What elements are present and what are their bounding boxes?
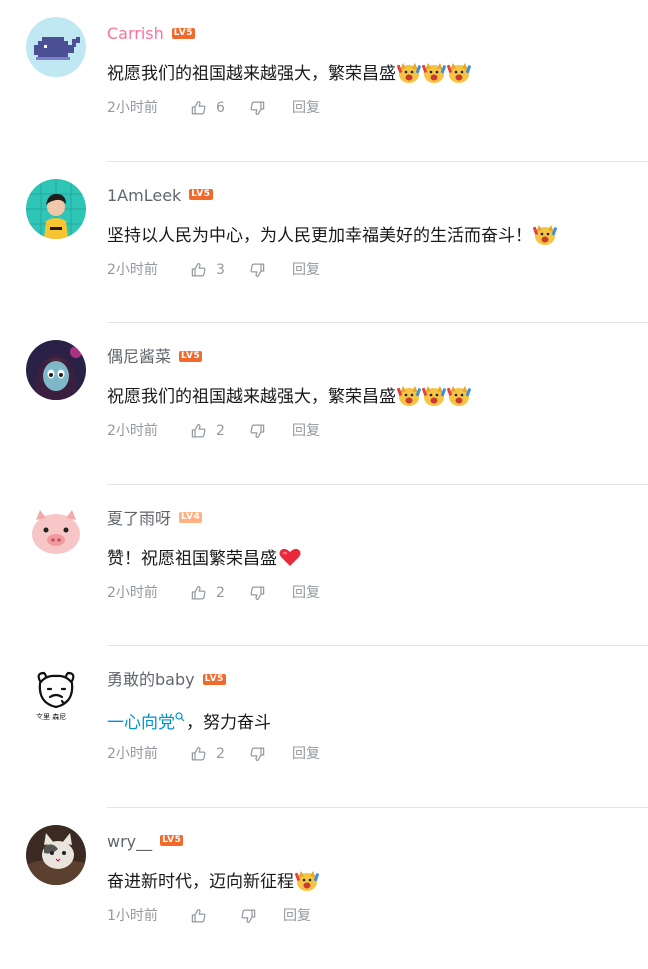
- reply-button[interactable]: 回复: [292, 584, 320, 602]
- doge-cheer-emote: [422, 383, 446, 407]
- comment-text: ，努力奋斗: [186, 713, 271, 733]
- thumbs-up-icon[interactable]: [190, 99, 207, 116]
- username-link[interactable]: 夏了雨呀: [107, 509, 171, 528]
- cat-icon: [26, 825, 86, 885]
- comment-list: CarrishLV5祝愿我们的祖国越来越强大，繁荣昌盛2小时前6回复1AmLee…: [0, 0, 648, 969]
- avatar[interactable]: 文里 森尼: [26, 663, 86, 723]
- avatar[interactable]: [26, 502, 86, 562]
- reply-button[interactable]: 回复: [292, 261, 320, 279]
- username-link[interactable]: 勇敢的baby: [107, 670, 195, 689]
- level-badge: LV5: [203, 674, 226, 685]
- username-link[interactable]: 1AmLeek: [107, 186, 181, 205]
- comment-text: 赞！祝愿祖国繁荣昌盛: [107, 549, 277, 569]
- whale-icon: [26, 17, 86, 77]
- pig-face-icon: [26, 502, 86, 562]
- username-row: 1AmLeek LV5: [107, 186, 213, 206]
- username-link[interactable]: 偶尼酱菜: [107, 347, 171, 366]
- username-row: 夏了雨呀 LV4: [107, 509, 202, 529]
- comment-time: 1小时前: [107, 907, 158, 925]
- like-count: 3: [216, 261, 225, 279]
- comment-actions: 2小时前 2 回复: [107, 745, 407, 765]
- search-icon[interactable]: [175, 711, 185, 725]
- thumbs-down-icon[interactable]: [240, 908, 257, 925]
- reply-button[interactable]: 回复: [283, 907, 311, 925]
- level-badge: LV5: [179, 351, 202, 362]
- comment-content: 奋进新时代，迈向新征程: [107, 868, 319, 894]
- like-count: 2: [216, 584, 225, 602]
- comment-content: 祝愿我们的祖国越来越强大，繁荣昌盛: [107, 383, 471, 409]
- comment-text: 祝愿我们的祖国越来越强大，繁荣昌盛: [107, 64, 396, 84]
- search-link[interactable]: 一心向党: [107, 713, 175, 733]
- comment-actions: 2小时前 6 回复: [107, 99, 407, 119]
- thumbs-down-icon[interactable]: [249, 423, 266, 440]
- reply-button[interactable]: 回复: [292, 422, 320, 440]
- level-badge: LV5: [189, 189, 212, 200]
- comment-text: 坚持以人民为中心，为人民更加幸福美好的生活而奋斗！: [107, 226, 532, 246]
- doge-cheer-emote: [397, 383, 421, 407]
- doge-cheer-emote: [447, 60, 471, 84]
- comment-item: 偶尼酱菜 LV5 祝愿我们的祖国越来越强大，繁荣昌盛 2小时前 2 回复: [0, 323, 648, 485]
- thumbs-up-icon[interactable]: [190, 261, 207, 278]
- boy-in-yellow-icon: [26, 179, 86, 239]
- reply-button[interactable]: 回复: [292, 99, 320, 117]
- comment-time: 2小时前: [107, 584, 158, 602]
- comment-time: 2小时前: [107, 422, 158, 440]
- thumbs-down-icon[interactable]: [249, 585, 266, 602]
- comment-item: 夏了雨呀 LV4 赞！祝愿祖国繁荣昌盛 2小时前 2 回复: [0, 485, 648, 647]
- doge-cheer-emote: [533, 222, 557, 246]
- thumbs-up-icon[interactable]: [190, 584, 207, 601]
- thumbs-down-icon[interactable]: [249, 262, 266, 279]
- comment-actions: 2小时前 3 回复: [107, 261, 407, 281]
- avatar[interactable]: [26, 17, 86, 77]
- avatar[interactable]: [26, 825, 86, 885]
- red-heart-emote: [278, 545, 302, 569]
- bear-doodle-icon: 文里 森尼: [26, 663, 86, 723]
- comment-content: 赞！祝愿祖国繁荣昌盛: [107, 545, 302, 571]
- comment-item: 1AmLeek LV5 坚持以人民为中心，为人民更加幸福美好的生活而奋斗！ 2小时前 3…: [0, 162, 648, 324]
- comment-content: 一心向党 ，努力奋斗: [107, 706, 271, 735]
- anime-girl-icon: [26, 340, 86, 400]
- username-link[interactable]: Carrish: [107, 24, 164, 43]
- thumbs-up-icon[interactable]: [190, 907, 207, 924]
- doge-cheer-emote: [422, 60, 446, 84]
- thumbs-up-icon[interactable]: [190, 745, 207, 762]
- doge-cheer-emote: [447, 383, 471, 407]
- avatar[interactable]: [26, 179, 86, 239]
- comment-content: 坚持以人民为中心，为人民更加幸福美好的生活而奋斗！: [107, 222, 557, 248]
- comment-item: wry__ LV5 奋进新时代，迈向新征程 1小时前 回复: [0, 808, 648, 969]
- thumbs-up-icon[interactable]: [190, 422, 207, 439]
- comment-time: 2小时前: [107, 99, 158, 117]
- comment-item: Carrish LV5 祝愿我们的祖国越来越强大，繁荣昌盛 2小时前 6 回复: [0, 0, 648, 162]
- username-link[interactable]: wry__: [107, 832, 152, 851]
- comment-time: 2小时前: [107, 261, 158, 279]
- thumbs-down-icon[interactable]: [249, 746, 266, 763]
- comment-text: 奋进新时代，迈向新征程: [107, 872, 294, 892]
- username-row: 勇敢的baby LV5: [107, 670, 226, 690]
- username-row: 偶尼酱菜 LV5: [107, 347, 202, 367]
- avatar[interactable]: [26, 340, 86, 400]
- comment-actions: 1小时前 回复: [107, 907, 407, 927]
- comment-actions: 2小时前 2 回复: [107, 422, 407, 442]
- reply-button[interactable]: 回复: [292, 745, 320, 763]
- doge-cheer-emote: [295, 868, 319, 892]
- like-count: 2: [216, 422, 225, 440]
- comment-item: 文里 森尼 勇敢的baby LV5 一心向党 ，努力奋斗 2小时前 2 回复: [0, 646, 648, 808]
- svg-text:文里 森尼: 文里 森尼: [36, 712, 66, 721]
- comment-time: 2小时前: [107, 745, 158, 763]
- thumbs-down-icon[interactable]: [249, 100, 266, 117]
- level-badge: LV5: [160, 835, 183, 846]
- level-badge: LV5: [172, 28, 195, 39]
- doge-cheer-emote: [397, 60, 421, 84]
- username-row: Carrish LV5: [107, 24, 195, 44]
- like-count: 2: [216, 745, 225, 763]
- like-count: 6: [216, 99, 225, 117]
- level-badge: LV4: [179, 512, 202, 523]
- comment-actions: 2小时前 2 回复: [107, 584, 407, 604]
- comment-content: 祝愿我们的祖国越来越强大，繁荣昌盛: [107, 60, 471, 86]
- comment-text: 祝愿我们的祖国越来越强大，繁荣昌盛: [107, 387, 396, 407]
- username-row: wry__ LV5: [107, 832, 183, 852]
